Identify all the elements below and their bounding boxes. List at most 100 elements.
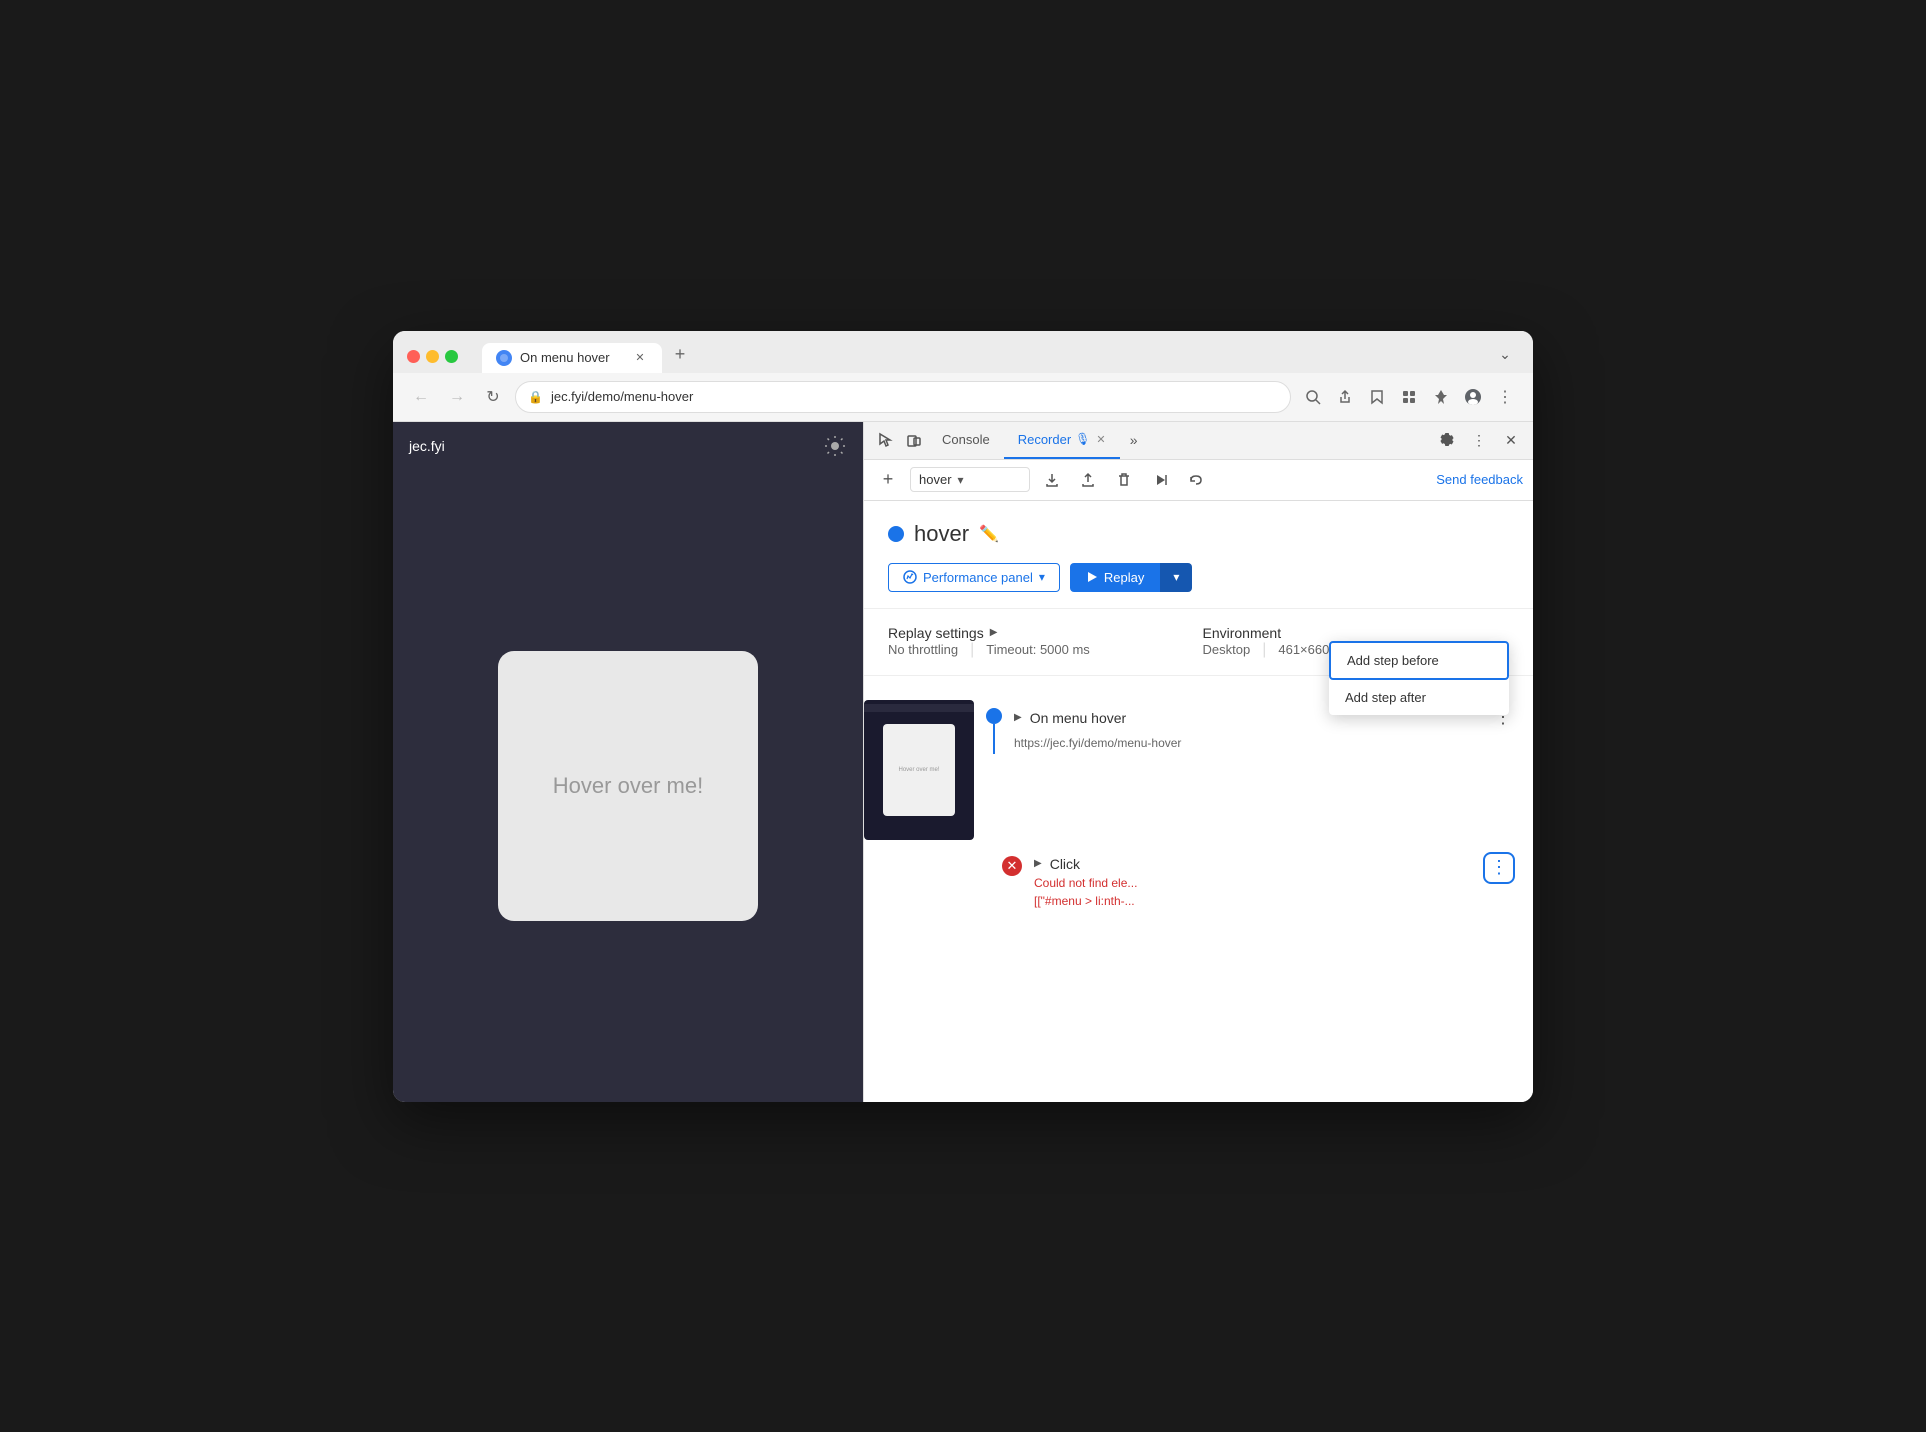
throttling-info: No throttling — [888, 642, 958, 657]
back-button[interactable]: ← — [407, 383, 435, 411]
step-error-detail: [["#menu > li:nth-... — [1034, 894, 1517, 908]
tab-console-label: Console — [942, 432, 990, 447]
url-bar[interactable]: 🔒 jec.fyi/demo/menu-hover — [515, 381, 1291, 413]
tab-favicon — [496, 350, 512, 366]
thumbnail-bar — [864, 704, 974, 712]
replay-settings-title: Replay settings — [888, 625, 984, 641]
bookmark-icon[interactable] — [1363, 383, 1391, 411]
context-menu-add-step-before[interactable]: Add step before — [1329, 641, 1509, 680]
recording-title: hover — [914, 521, 969, 547]
devtools-panel: Console Recorder 🎙 ✕ » ⋮ ✕ — [863, 422, 1533, 1102]
step-item-1: ✕ ▶ Click Could not find ele... [["#menu… — [864, 848, 1533, 916]
new-tab-button[interactable]: + — [666, 341, 694, 369]
forward-button[interactable]: → — [443, 383, 471, 411]
environment-title: Environment — [1203, 625, 1510, 641]
context-menu: Add step before Add step after — [1329, 641, 1509, 715]
close-button[interactable] — [407, 350, 420, 363]
add-recording-button[interactable]: + — [874, 466, 902, 494]
traffic-lights — [407, 350, 458, 363]
step-title-1: Click — [1050, 856, 1080, 872]
export-recording-button[interactable] — [1038, 466, 1066, 494]
add-step-before-label: Add step before — [1347, 653, 1439, 668]
selector-chevron-icon: ▾ — [958, 473, 964, 487]
tab-console[interactable]: Console — [928, 421, 1004, 459]
env-divider: | — [1262, 641, 1266, 659]
step-expand-icon-0[interactable]: ▶ — [1014, 712, 1022, 723]
play-step-button[interactable] — [1146, 466, 1174, 494]
performance-panel-label: Performance panel — [923, 570, 1033, 585]
step-expand-icon-1[interactable]: ▶ — [1034, 858, 1042, 869]
step-thumbnail-0: Hover over me! — [864, 700, 974, 840]
replay-settings-toggle[interactable]: Replay settings ▶ — [888, 625, 1195, 641]
settings-divider: | — [970, 641, 974, 659]
more-button[interactable]: ⋮ — [1491, 383, 1519, 411]
performance-panel-chevron-icon: ▾ — [1039, 570, 1045, 584]
step-item-0: Hover over me! ▶ On menu hover ⋮ — [864, 692, 1533, 848]
undo-button[interactable] — [1182, 466, 1210, 494]
replay-button-group: Replay ▾ — [1070, 563, 1192, 592]
title-bar: On menu hover ✕ + ⌄ — [393, 331, 1533, 373]
recording-header: hover ✏️ Performance panel ▾ Replay — [864, 501, 1533, 609]
tab-recorder[interactable]: Recorder 🎙 ✕ — [1004, 421, 1120, 459]
tab-recorder-label: Recorder — [1018, 432, 1071, 447]
more-tabs-icon[interactable]: » — [1120, 426, 1148, 454]
add-step-after-label: Add step after — [1345, 690, 1426, 705]
replay-button-label: Replay — [1104, 570, 1144, 585]
settings-gear-icon[interactable] — [1433, 426, 1461, 454]
step-more-button-highlighted[interactable]: ⋮ — [1483, 852, 1515, 884]
webpage-panel: jec.fyi Hover over me! — [393, 422, 863, 1102]
active-tab[interactable]: On menu hover ✕ — [482, 343, 662, 373]
step-title-row-1: ▶ Click — [1034, 856, 1517, 872]
recording-actions: Performance panel ▾ Replay ▾ — [888, 563, 1509, 592]
hover-box-text: Hover over me! — [553, 773, 703, 799]
reload-button[interactable]: ↻ — [479, 383, 507, 411]
send-feedback-link[interactable]: Send feedback — [1436, 472, 1523, 487]
replay-button[interactable]: Replay — [1070, 563, 1160, 592]
edit-recording-name-icon[interactable]: ✏️ — [979, 524, 999, 544]
devtools-toolbar: + hover ▾ — [864, 460, 1533, 501]
step-error-node: ✕ — [1002, 856, 1022, 876]
delete-recording-button[interactable] — [1110, 466, 1138, 494]
replay-settings-info: No throttling | Timeout: 5000 ms — [888, 641, 1195, 659]
step-connector-1: ✕ — [1002, 856, 1022, 876]
recording-selector[interactable]: hover ▾ — [910, 467, 1030, 492]
replay-settings-group: Replay settings ▶ No throttling | Timeou… — [888, 625, 1195, 659]
step-error-text: Could not find ele... — [1034, 876, 1517, 890]
thumbnail-inner: Hover over me! — [883, 724, 955, 816]
maximize-button[interactable] — [445, 350, 458, 363]
minimize-button[interactable] — [426, 350, 439, 363]
extensions-icon[interactable] — [1395, 383, 1423, 411]
tab-close-button[interactable]: ✕ — [632, 350, 648, 366]
replay-dropdown-button[interactable]: ▾ — [1160, 563, 1192, 592]
theme-toggle-icon[interactable] — [823, 434, 847, 458]
profile-icon[interactable] — [1459, 383, 1487, 411]
search-icon[interactable] — [1299, 383, 1327, 411]
browser-window: On menu hover ✕ + ⌄ ← → ↻ 🔒 jec.fyi/demo… — [393, 331, 1533, 1102]
url-text: jec.fyi/demo/menu-hover — [551, 389, 1278, 404]
address-icons: ⋮ — [1299, 383, 1519, 411]
tab-title: On menu hover — [520, 350, 624, 365]
tab-recorder-close[interactable]: ✕ — [1096, 433, 1105, 446]
security-lock-icon: 🔒 — [528, 390, 543, 404]
more-options-icon[interactable]: ⋮ — [1465, 426, 1493, 454]
import-recording-button[interactable] — [1074, 466, 1102, 494]
pin-icon[interactable] — [1427, 383, 1455, 411]
step-line-0 — [993, 724, 995, 754]
device-toolbar-icon[interactable] — [900, 426, 928, 454]
recording-name: hover — [919, 472, 952, 487]
step-title-0: On menu hover — [1030, 710, 1127, 726]
devtools-content: hover ✏️ Performance panel ▾ Replay — [864, 501, 1533, 1102]
close-devtools-icon[interactable]: ✕ — [1497, 426, 1525, 454]
step-connector-0 — [986, 700, 1002, 754]
element-picker-icon[interactable] — [872, 426, 900, 454]
hover-demo-box[interactable]: Hover over me! — [498, 651, 758, 921]
context-menu-add-step-after[interactable]: Add step after — [1329, 680, 1509, 715]
share-icon[interactable] — [1331, 383, 1359, 411]
recording-name-row: hover ✏️ — [888, 521, 1509, 547]
performance-panel-button[interactable]: Performance panel ▾ — [888, 563, 1060, 592]
devtools-tab-bar: Console Recorder 🎙 ✕ » ⋮ ✕ — [864, 422, 1533, 460]
address-bar: ← → ↻ 🔒 jec.fyi/demo/menu-hover — [393, 373, 1533, 422]
tab-bar: On menu hover ✕ + ⌄ — [482, 341, 1519, 373]
tab-list-chevron-icon[interactable]: ⌄ — [1491, 341, 1519, 369]
timeout-info: Timeout: 5000 ms — [986, 642, 1090, 657]
